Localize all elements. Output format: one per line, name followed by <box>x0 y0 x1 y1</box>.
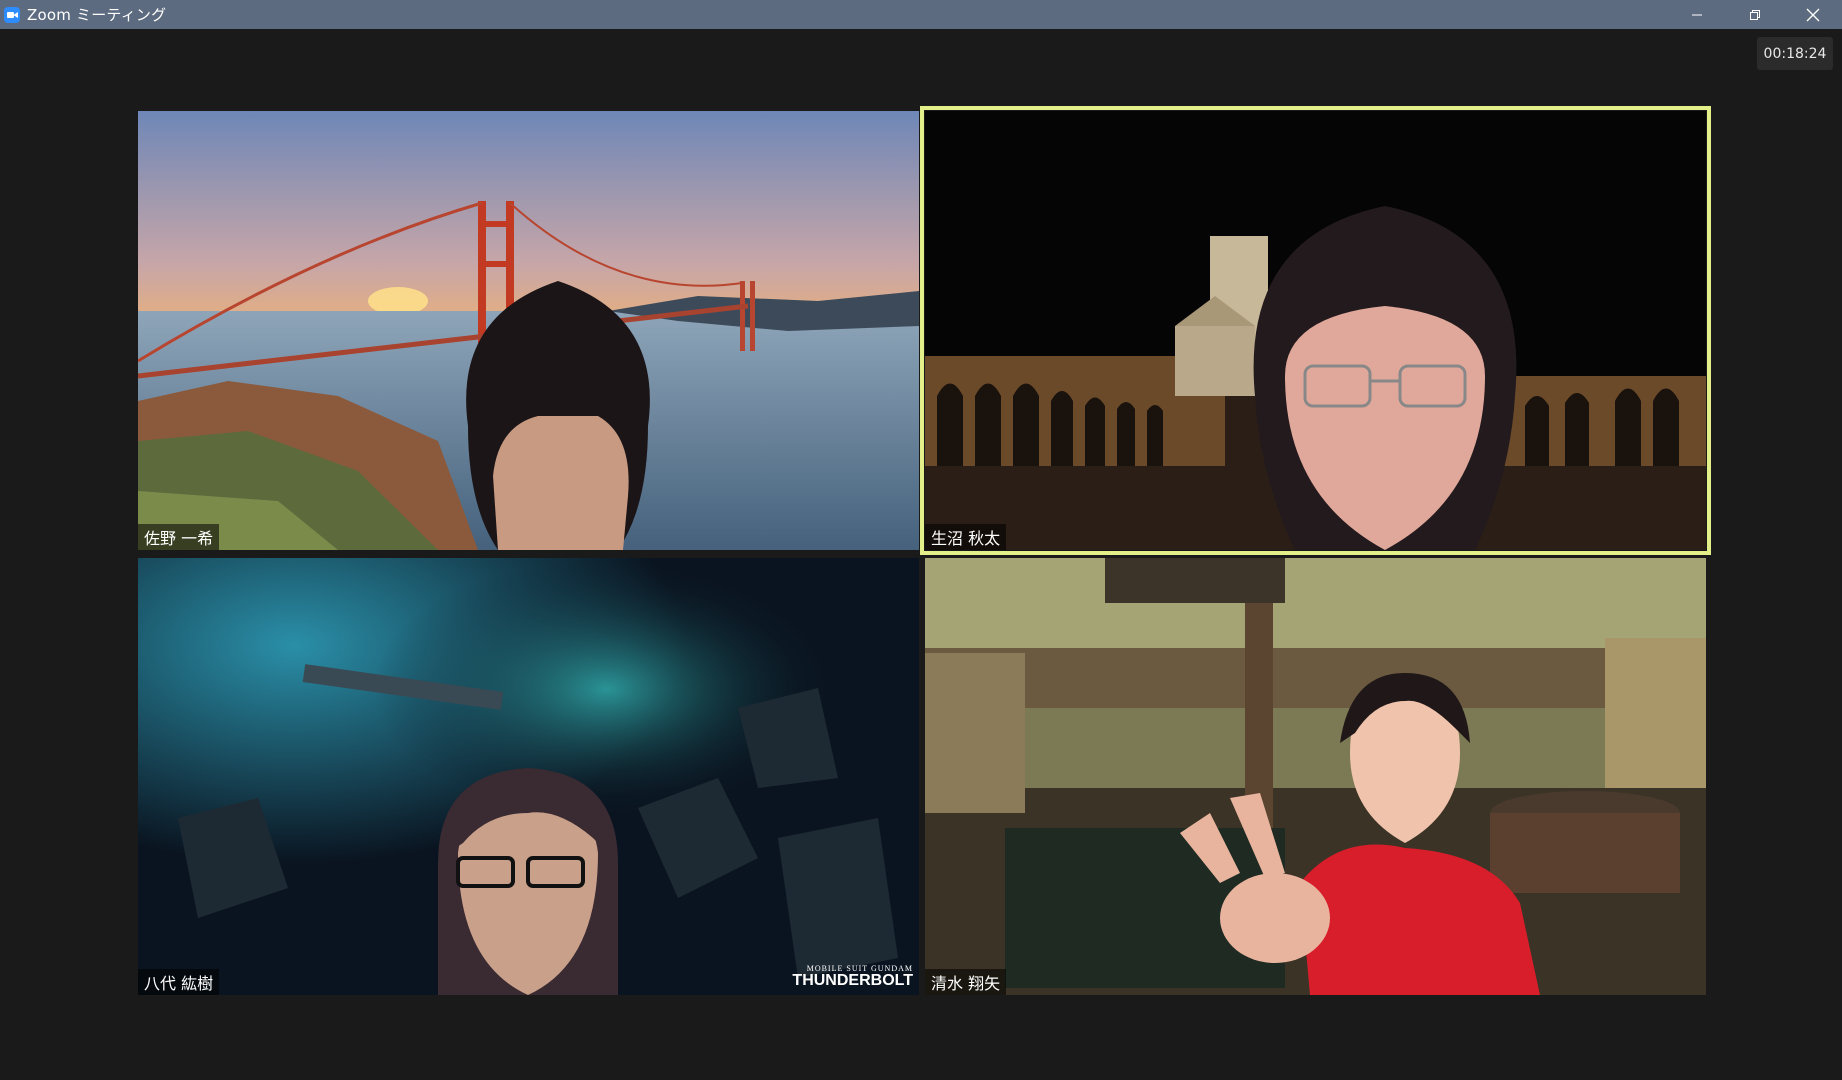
video-tile-2[interactable]: 生沼 秋太 <box>925 111 1706 550</box>
close-icon <box>1806 8 1820 21</box>
video-tile-3[interactable]: MOBILE SUIT GUNDAM THUNDERBOLT 八代 紘樹 <box>138 558 919 995</box>
thunderbolt-watermark: MOBILE SUIT GUNDAM THUNDERBOLT <box>792 965 913 989</box>
participant-name-label: 佐野 一希 <box>138 524 220 550</box>
participant-name-label: 生沼 秋太 <box>925 524 1007 550</box>
restore-icon <box>1750 9 1760 20</box>
video-tile-4[interactable]: 清水 翔矢 <box>925 558 1706 995</box>
meeting-timer: 00:18:24 <box>1757 37 1833 70</box>
minimize-icon <box>1692 14 1702 15</box>
participant-name-label: 清水 翔矢 <box>925 969 1007 995</box>
participant-video <box>438 768 618 995</box>
minimize-button[interactable] <box>1668 0 1726 29</box>
close-button[interactable] <box>1784 0 1842 29</box>
zoom-camera-icon <box>4 6 20 23</box>
participant-video <box>466 281 650 550</box>
participant-name-label: 八代 紘樹 <box>138 969 220 995</box>
participant-video <box>1253 206 1517 550</box>
restore-button[interactable] <box>1726 0 1784 29</box>
watermark-line2: THUNDERBOLT <box>792 972 913 989</box>
window-titlebar: Zoom ミーティング <box>0 0 1842 29</box>
window-controls <box>1668 0 1842 29</box>
video-tile-1[interactable]: 佐野 一希 <box>138 111 919 550</box>
participant-video <box>1180 673 1540 995</box>
window-title: Zoom ミーティング <box>27 6 167 24</box>
